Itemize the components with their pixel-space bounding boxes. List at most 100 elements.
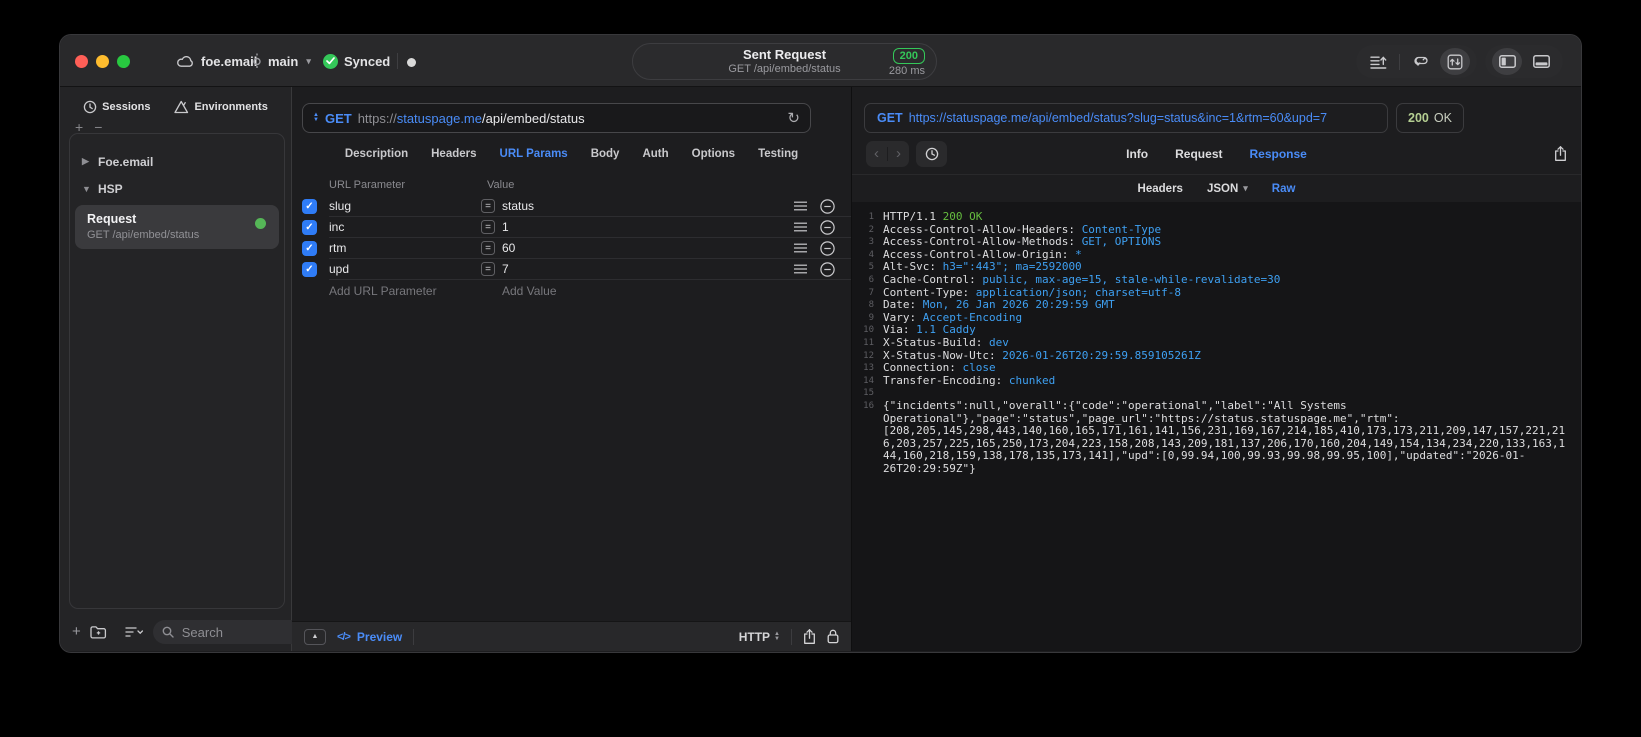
resend-request-button[interactable]: ↻	[787, 111, 800, 126]
param-value[interactable]: status	[502, 199, 794, 213]
tree-item-hsp[interactable]: ▼ HSP	[70, 175, 284, 202]
lock-icon[interactable]	[827, 629, 839, 644]
header-value: Content-Type	[1081, 222, 1162, 236]
toggle-bottom-panel-button[interactable]	[1526, 48, 1556, 75]
add-request-button[interactable]: +	[72, 624, 81, 639]
param-value[interactable]: 1	[502, 220, 794, 234]
status-text: 200 OK	[942, 210, 983, 223]
response-subtab-raw[interactable]: Raw	[1272, 183, 1296, 195]
add-value-placeholder[interactable]: Add Value	[502, 284, 557, 298]
tab-auth[interactable]: Auth	[642, 148, 668, 160]
add-session-button[interactable]: +	[75, 120, 83, 135]
reorder-handle-icon[interactable]	[794, 264, 807, 274]
param-name[interactable]: inc	[329, 220, 481, 234]
response-raw-view[interactable]: 1 HTTP/1.1 200 OK 2 Access-Control-Allow-He…	[852, 202, 1581, 651]
param-checkbox[interactable]: ✓	[302, 262, 317, 277]
branch-selector[interactable]: main ▾	[252, 35, 311, 87]
export-response-button[interactable]	[1554, 145, 1567, 162]
tab-environments[interactable]: Environments	[174, 100, 268, 114]
remove-param-button[interactable]	[820, 219, 835, 235]
chevron-down-icon: ▾	[1243, 183, 1248, 193]
param-checkbox[interactable]: ✓	[302, 241, 317, 256]
close-window-button[interactable]	[75, 55, 88, 68]
back-button[interactable]: ‹	[866, 142, 887, 166]
request-method[interactable]: GET	[325, 111, 352, 126]
history-button[interactable]	[916, 140, 947, 167]
remove-param-button[interactable]	[820, 261, 835, 277]
request-list-item-selected[interactable]: Request GET /api/embed/status	[75, 205, 279, 249]
sync-status[interactable]: Synced	[323, 35, 390, 87]
header-name: X-Status-Build:	[883, 335, 989, 349]
request-order-button[interactable]	[1363, 48, 1393, 75]
remove-param-button[interactable]	[820, 240, 835, 256]
toggle-left-sidebar-button[interactable]	[1492, 48, 1522, 75]
param-checkbox[interactable]: ✓	[302, 220, 317, 235]
url-host: statuspage.me	[396, 110, 482, 126]
tab-sessions[interactable]: Sessions	[83, 100, 150, 114]
param-row-actions	[794, 261, 835, 277]
response-line: 16 {"incidents":null,"overall":{"code":"o…	[852, 398, 1568, 476]
header-name: {"incidents":null,"overall":{"code":"ope…	[883, 398, 1566, 475]
tab-options[interactable]: Options	[692, 148, 735, 160]
request-order-icon	[1369, 53, 1387, 70]
response-tab-request[interactable]: Request	[1175, 147, 1222, 161]
url-path: /api/embed/status	[482, 110, 585, 126]
sync-branches-button[interactable]	[1406, 48, 1436, 75]
header-value: close	[962, 361, 996, 375]
share-button[interactable]	[803, 628, 816, 645]
params-add-row[interactable]: Add URL Parameter Add Value	[292, 280, 851, 301]
sent-request-url-box[interactable]: GET https://statuspage.me/api/embed/stat…	[864, 103, 1388, 133]
header-value: h3=":443"; ma=2592000	[942, 260, 1082, 274]
response-status-text: OK	[1433, 111, 1452, 125]
protocol-selector[interactable]: HTTP ▲ ▼	[739, 630, 780, 644]
param-name[interactable]: upd	[329, 262, 481, 276]
footer-divider	[413, 628, 415, 645]
reorder-handle-icon[interactable]	[794, 243, 807, 253]
sent-request-status: 200 280 ms	[889, 48, 925, 77]
sent-request-text: Sent Request GET /api/embed/status	[728, 47, 840, 77]
param-value[interactable]: 7	[502, 262, 794, 276]
tab-testing[interactable]: Testing	[758, 148, 798, 160]
response-subtab-headers[interactable]: Headers	[1138, 183, 1183, 195]
minimize-window-button[interactable]	[96, 55, 109, 68]
tab-headers[interactable]: Headers	[431, 148, 476, 160]
import-export-button[interactable]	[1440, 48, 1470, 75]
request-url-bar[interactable]: ▲ ▼ GET https://statuspage.me/api/embed/s…	[302, 103, 811, 133]
new-folder-button[interactable]	[90, 625, 107, 639]
sort-filter-button[interactable]	[125, 626, 144, 638]
reorder-handle-icon[interactable]	[794, 201, 807, 211]
remove-param-button[interactable]	[820, 198, 835, 214]
response-subtab-json[interactable]: JSON ▾	[1207, 183, 1248, 195]
equals-icon: =	[481, 199, 495, 213]
param-value[interactable]: 60	[502, 241, 794, 255]
param-checkbox[interactable]: ✓	[302, 199, 317, 214]
response-tab-info[interactable]: Info	[1126, 147, 1148, 161]
reorder-handle-icon[interactable]	[794, 222, 807, 232]
method-stepper-icon[interactable]: ▲ ▼	[313, 112, 319, 123]
forward-button[interactable]: ›	[888, 142, 909, 166]
remove-session-button[interactable]: −	[94, 120, 102, 135]
line-number: 16	[863, 400, 874, 411]
param-name[interactable]: slug	[329, 199, 481, 213]
request-url[interactable]: https://statuspage.me/api/embed/status	[358, 111, 585, 126]
tab-url-params[interactable]: URL Params	[500, 148, 568, 160]
zoom-window-button[interactable]	[117, 55, 130, 68]
toolbar-group-layout	[1485, 45, 1563, 78]
preview-button[interactable]: </> Preview	[337, 630, 402, 644]
titlebar: foe.email main ▾ Synced Sent Request GET…	[60, 35, 1581, 87]
protocol-stepper-icon: ▲ ▼	[774, 630, 780, 642]
project-menu[interactable]: foe.email	[176, 35, 257, 87]
tab-description[interactable]: Description	[345, 148, 408, 160]
response-subtabs: Headers JSON ▾ Raw	[852, 175, 1581, 202]
tab-body[interactable]: Body	[591, 148, 620, 160]
collapse-panel-button[interactable]: ▲	[304, 628, 326, 645]
chevron-down-icon: ▾	[306, 55, 311, 66]
param-name[interactable]: rtm	[329, 241, 481, 255]
request-subtitle: GET /api/embed/status	[87, 229, 200, 241]
sent-request-title: Sent Request	[742, 46, 827, 62]
sent-request-summary[interactable]: Sent Request GET /api/embed/status 200 2…	[632, 43, 937, 80]
response-tab-response[interactable]: Response	[1249, 147, 1306, 161]
equals-icon: =	[481, 241, 495, 255]
tree-item-foe-email[interactable]: ▶ Foe.email	[70, 148, 284, 175]
add-url-parameter-placeholder[interactable]: Add URL Parameter	[329, 284, 502, 298]
